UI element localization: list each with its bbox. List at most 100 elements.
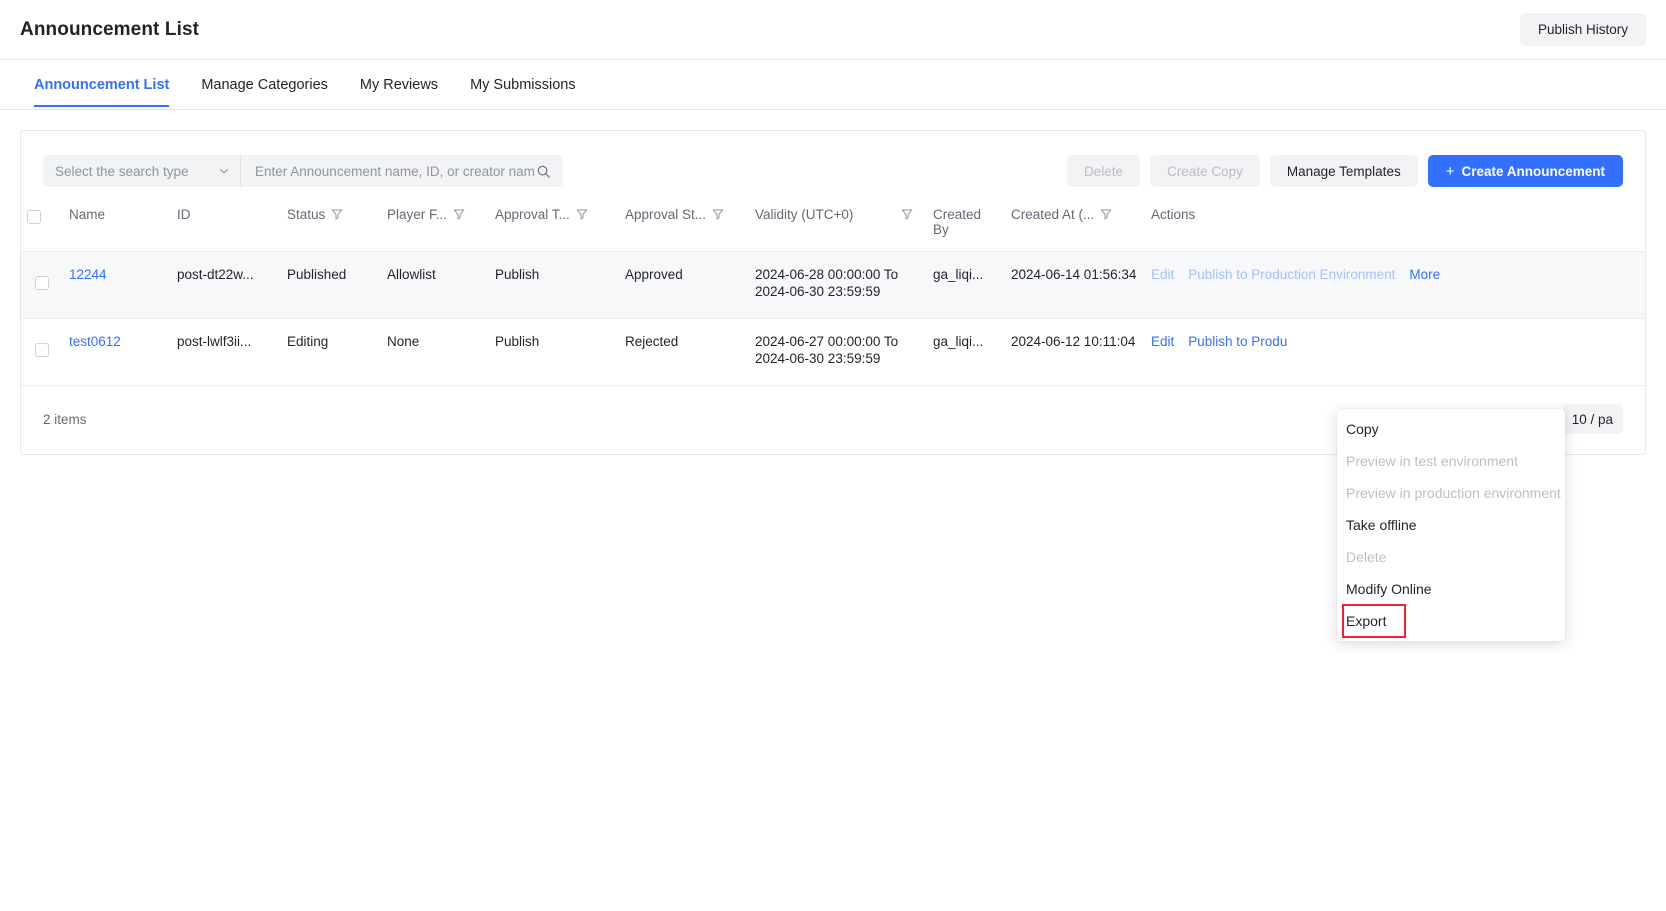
column-label: Name: [69, 207, 105, 222]
cell-name: 12244: [63, 252, 171, 319]
cell-actions: Edit Publish to Produ: [1145, 319, 1645, 386]
menu-item-preview-test: Preview in test environment: [1337, 445, 1565, 477]
search-box[interactable]: [241, 155, 563, 187]
row-checkbox[interactable]: [35, 343, 49, 357]
column-label: Approval T...: [495, 207, 570, 222]
tab-manage-categories[interactable]: Manage Categories: [185, 63, 344, 106]
row-action-publish-to-production[interactable]: Publish to Produ: [1188, 333, 1287, 350]
filter-icon[interactable]: [1100, 208, 1112, 223]
filter-icon[interactable]: [331, 208, 343, 223]
cell-approval-status: Rejected: [619, 319, 749, 386]
menu-item-preview-production: Preview in production environment: [1337, 477, 1565, 509]
cell-validity: 2024-06-28 00:00:00 To 2024-06-30 23:59:…: [749, 252, 927, 319]
row-action-more[interactable]: More: [1409, 266, 1440, 283]
column-label: Player F...: [387, 207, 447, 222]
filter-icon[interactable]: [453, 208, 465, 223]
per-page-select[interactable]: 10 / pa: [1562, 404, 1623, 434]
announcement-table: Name ID Status: [21, 201, 1645, 386]
manage-templates-button[interactable]: Manage Templates: [1270, 155, 1418, 187]
cell-created-by: ga_liqi...: [927, 252, 1005, 319]
top-header-actions: Publish History: [1520, 13, 1646, 46]
column-label: Created At (...: [1011, 207, 1094, 222]
menu-item-take-offline[interactable]: Take offline: [1337, 509, 1565, 541]
row-checkbox[interactable]: [35, 276, 49, 290]
cell-name: test0612: [63, 319, 171, 386]
column-header-actions: Actions: [1145, 201, 1645, 252]
tab-announcement-list[interactable]: Announcement List: [18, 63, 185, 106]
menu-item-modify-online[interactable]: Modify Online: [1337, 573, 1565, 605]
select-all-checkbox[interactable]: [27, 210, 41, 224]
delete-button[interactable]: Delete: [1067, 155, 1140, 187]
row-action-edit[interactable]: Edit: [1151, 266, 1174, 283]
menu-item-copy[interactable]: Copy: [1337, 413, 1565, 445]
select-all-header: [21, 201, 63, 252]
more-actions-menu: Copy Preview in test environment Preview…: [1337, 409, 1565, 641]
cell-approval-type: Publish: [489, 252, 619, 319]
table-row[interactable]: 12244 post-dt22w... Published Allowlist …: [21, 252, 1645, 319]
menu-item-export[interactable]: Export: [1343, 605, 1405, 637]
tab-bar: Announcement List Manage Categories My R…: [0, 60, 1666, 110]
search-type-select-label: Select the search type: [55, 164, 189, 179]
announcement-card: Select the search type Delete Create Cop…: [20, 130, 1646, 455]
search-input[interactable]: [253, 163, 536, 180]
cell-approval-status: Approved: [619, 252, 749, 319]
chevron-down-icon: [218, 165, 230, 177]
column-label: Validity (UTC+0): [755, 207, 853, 222]
tab-my-submissions[interactable]: My Submissions: [454, 63, 592, 106]
column-header-status: Status: [281, 201, 381, 252]
row-select-cell: [21, 252, 63, 319]
items-count: 2 items: [43, 412, 87, 427]
cell-validity: 2024-06-27 00:00:00 To 2024-06-30 23:59:…: [749, 319, 927, 386]
column-label: Status: [287, 207, 325, 222]
per-page-label: 10 / pa: [1572, 412, 1613, 427]
cell-player-filter: None: [381, 319, 489, 386]
column-label: ID: [177, 207, 191, 222]
row-action-edit[interactable]: Edit: [1151, 333, 1174, 350]
column-header-approval-status: Approval St...: [619, 201, 749, 252]
create-announcement-button[interactable]: + Create Announcement: [1428, 155, 1623, 187]
cell-status: Editing: [281, 319, 381, 386]
table-header-row: Name ID Status: [21, 201, 1645, 252]
page-title: Announcement List: [20, 19, 199, 41]
plus-icon: +: [1446, 163, 1455, 180]
column-label: Actions: [1151, 207, 1195, 222]
column-header-approval-type: Approval T...: [489, 201, 619, 252]
cell-created-at: 2024-06-12 10:11:04: [1005, 319, 1145, 386]
announcement-name-link[interactable]: 12244: [69, 267, 107, 282]
column-header-player-filter: Player F...: [381, 201, 489, 252]
cell-status: Published: [281, 252, 381, 319]
tab-my-reviews[interactable]: My Reviews: [344, 63, 454, 106]
menu-item-delete: Delete: [1337, 541, 1565, 573]
filter-icon[interactable]: [901, 208, 913, 223]
announcement-name-link[interactable]: test0612: [69, 334, 121, 349]
pagination: 10 / pa: [1562, 404, 1623, 434]
column-header-name: Name: [63, 201, 171, 252]
search-icon[interactable]: [536, 164, 551, 179]
cell-created-at: 2024-06-14 01:56:34: [1005, 252, 1145, 319]
toolbar-actions: Delete Create Copy Manage Templates + Cr…: [1067, 155, 1623, 187]
create-announcement-label: Create Announcement: [1461, 164, 1605, 179]
create-copy-button[interactable]: Create Copy: [1150, 155, 1260, 187]
row-select-cell: [21, 319, 63, 386]
cell-created-by: ga_liqi...: [927, 319, 1005, 386]
table-row[interactable]: test0612 post-lwlf3ii... Editing None Pu…: [21, 319, 1645, 386]
publish-history-button[interactable]: Publish History: [1520, 13, 1646, 46]
column-header-validity: Validity (UTC+0): [749, 201, 927, 252]
column-label: Approval St...: [625, 207, 706, 222]
cell-player-filter: Allowlist: [381, 252, 489, 319]
filter-icon[interactable]: [712, 208, 724, 223]
table-toolbar: Select the search type Delete Create Cop…: [21, 147, 1645, 201]
cell-actions: Edit Publish to Production Environment M…: [1145, 252, 1645, 319]
column-label: Created By: [933, 207, 999, 237]
column-header-id: ID: [171, 201, 281, 252]
filter-icon[interactable]: [576, 208, 588, 223]
content-area: Select the search type Delete Create Cop…: [0, 110, 1666, 455]
cell-id: post-dt22w...: [171, 252, 281, 319]
search-type-select[interactable]: Select the search type: [43, 155, 241, 187]
cell-approval-type: Publish: [489, 319, 619, 386]
column-header-created-by: Created By: [927, 201, 1005, 252]
column-header-created-at: Created At (...: [1005, 201, 1145, 252]
row-action-publish-to-production[interactable]: Publish to Production Environment: [1188, 266, 1395, 283]
top-header: Announcement List Publish History: [0, 0, 1666, 60]
cell-id: post-lwlf3ii...: [171, 319, 281, 386]
